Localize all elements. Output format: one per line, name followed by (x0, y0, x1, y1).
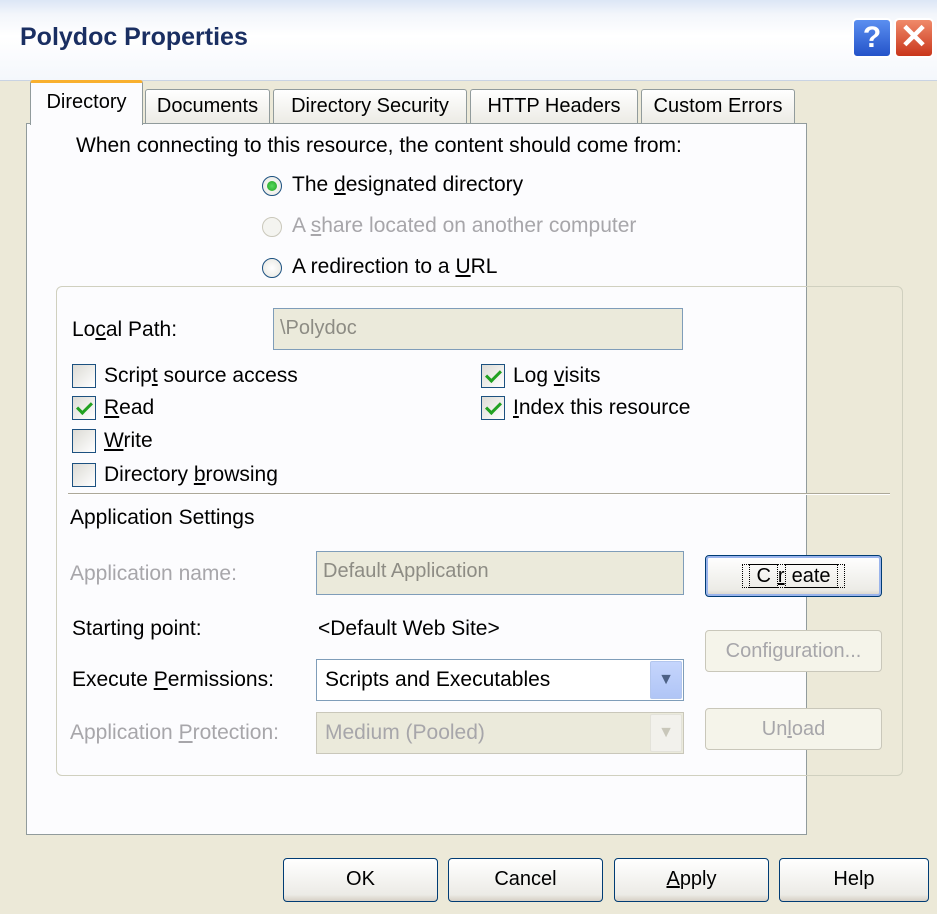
radio-redirection-url-label[interactable]: A redirection to a URL (292, 255, 497, 279)
title-bar: Polydoc Properties ? ✕ (0, 0, 937, 81)
execute-permissions-select[interactable]: Scripts and Executables ▼ (316, 659, 684, 701)
close-icon[interactable]: ✕ (894, 18, 934, 58)
starting-point-value: <Default Web Site> (318, 617, 500, 640)
application-protection-label: Application Protection: (70, 721, 279, 744)
radio-redirection-url[interactable] (262, 258, 282, 278)
chevron-down-icon[interactable]: ▼ (650, 661, 682, 699)
local-path-label: Local Path: (72, 318, 178, 341)
tab-http-headers[interactable]: HTTP Headers (470, 89, 638, 123)
tab-custom-errors[interactable]: Custom Errors (641, 89, 795, 123)
cancel-button[interactable]: Cancel (448, 858, 603, 902)
checkbox-log-visits[interactable] (481, 364, 505, 388)
execute-permissions-label: Execute Permissions: (72, 668, 274, 691)
checkbox-directory-browsing[interactable] (72, 463, 96, 487)
application-settings-heading: Application Settings (70, 506, 255, 529)
checkbox-index-resource[interactable] (481, 396, 505, 420)
checkbox-script-source-access-label[interactable]: Script source access (104, 364, 298, 388)
radio-designated-directory[interactable] (262, 176, 282, 196)
tab-documents[interactable]: Documents (145, 89, 270, 123)
radio-share-another-computer-label: A share located on another computer (292, 214, 637, 237)
checkbox-log-visits-label[interactable]: Log visits (513, 364, 601, 388)
starting-point-label: Starting point: (72, 617, 202, 640)
application-name-label: Application name: (70, 562, 237, 585)
checkbox-read[interactable] (72, 396, 96, 420)
configuration-button: Configuration... (705, 630, 882, 672)
help-icon[interactable]: ? (852, 18, 892, 58)
window-title: Polydoc Properties (20, 23, 248, 51)
directory-settings-group (56, 286, 903, 776)
checkbox-script-source-access[interactable] (72, 364, 96, 388)
create-button[interactable]: Cr eate (705, 555, 882, 597)
help-button[interactable]: Help (779, 858, 929, 902)
application-name-field: Default Application (316, 551, 684, 595)
ok-button[interactable]: OK (283, 858, 438, 902)
apply-button[interactable]: Apply (614, 858, 769, 902)
checkbox-index-resource-label[interactable]: Index this resource (513, 396, 690, 420)
tab-directory[interactable]: Directory (30, 80, 143, 125)
content-source-prompt: When connecting to this resource, the co… (76, 134, 682, 157)
chevron-down-icon: ▼ (650, 714, 682, 752)
radio-share-another-computer (262, 217, 282, 237)
properties-dialog: Polydoc Properties ? ✕ Directory Documen… (0, 0, 937, 914)
checkbox-write-label[interactable]: Write (104, 429, 153, 453)
checkbox-directory-browsing-label[interactable]: Directory browsing (104, 463, 278, 487)
local-path-field: \Polydoc (273, 308, 683, 350)
section-divider (68, 493, 890, 495)
checkbox-read-label[interactable]: Read (104, 396, 154, 420)
radio-designated-directory-label[interactable]: The designated directory (292, 173, 523, 197)
unload-button: Unload (705, 708, 882, 750)
application-protection-select: Medium (Pooled) ▼ (316, 712, 684, 754)
tab-directory-security[interactable]: Directory Security (273, 89, 467, 123)
checkbox-write[interactable] (72, 429, 96, 453)
